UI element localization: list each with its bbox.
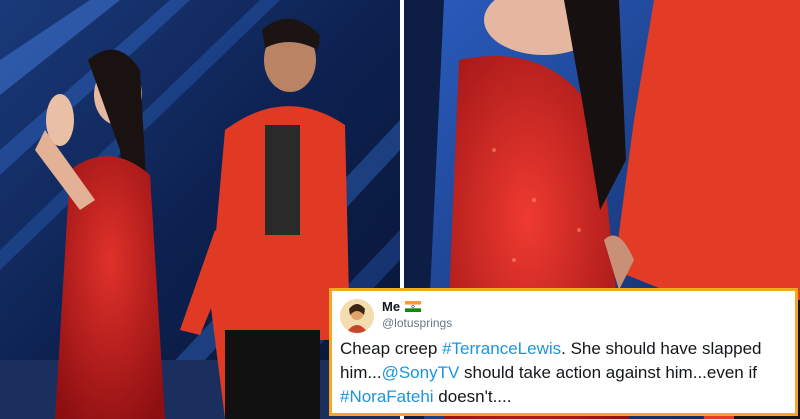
hashtag-link[interactable]: #TerranceLewis <box>442 339 561 358</box>
avatar-illustration-icon <box>340 299 374 333</box>
hashtag-link[interactable]: #NoraFatehi <box>340 387 434 406</box>
screenshot-composite: Me @lotusprings Cheap creep #TerranceLew… <box>0 0 800 419</box>
india-flag-icon <box>405 300 422 312</box>
tweet-card: Me @lotusprings Cheap creep #TerranceLew… <box>329 288 798 416</box>
tweet-text: Cheap creep #TerranceLewis. She should h… <box>340 337 792 409</box>
tweet-author-row: Me <box>382 298 422 314</box>
tweet-text-part: Cheap creep <box>340 339 443 358</box>
author-name[interactable]: Me <box>382 299 400 314</box>
tweet-text-part: should take action against him...even if <box>459 363 757 382</box>
avatar <box>340 299 374 333</box>
mention-link[interactable]: @SonyTV <box>382 363 460 382</box>
author-handle[interactable]: @lotusprings <box>382 316 452 330</box>
tweet-text-part: doesn't.... <box>433 387 512 406</box>
